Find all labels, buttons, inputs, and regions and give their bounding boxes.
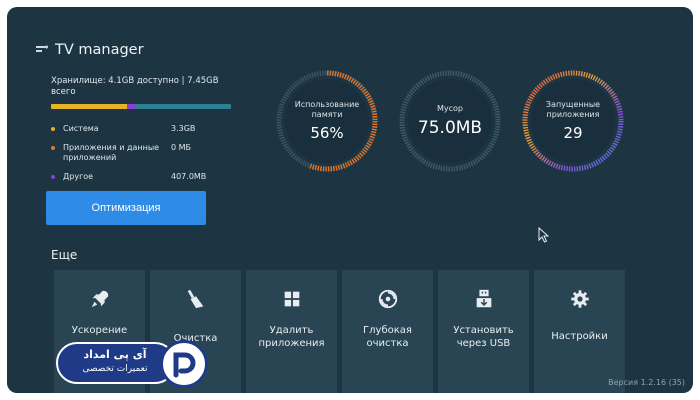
- watermark-logo: [160, 340, 208, 388]
- more-section-title: Еще: [51, 248, 78, 262]
- tile-label: Удалить приложения: [258, 325, 325, 349]
- storage-summary: Хранилище: 4.1GB доступно | 7.45GB всего: [51, 76, 219, 97]
- legend-name: Система: [63, 124, 99, 133]
- tile-label: Глубокая очистка: [363, 325, 412, 349]
- mouse-cursor-icon: [538, 227, 550, 243]
- legend-dot: [51, 127, 55, 131]
- app-title: TV manager: [35, 42, 144, 58]
- legend-name: Другое: [63, 172, 94, 181]
- tile-label: Установить через USB: [453, 325, 514, 349]
- storage-bar-other: [126, 104, 136, 109]
- junk-gauge[interactable]: Мусор 75.0MB: [396, 67, 504, 175]
- legend-dot: [51, 175, 55, 179]
- legend-value: 407.0MB: [171, 172, 207, 181]
- legend-dot: [51, 146, 55, 150]
- tile-settings[interactable]: Настройки: [534, 270, 625, 393]
- optimize-button[interactable]: Оптимизация: [46, 191, 206, 225]
- watermark-badge: آی پی امداد تعمیرات تخصصی: [56, 340, 216, 388]
- running-apps-gauge[interactable]: Запущенные приложения 29: [519, 67, 627, 175]
- legend-value: 0 МБ: [171, 143, 192, 152]
- legend-item-apps: Приложения и данные приложений 0 МБ: [51, 143, 221, 163]
- app-version: Версия 1.2.16 (35): [608, 378, 685, 387]
- rocket-icon: [91, 290, 108, 308]
- running-apps-gauge-value: 29: [563, 124, 583, 142]
- gear-icon: [570, 290, 589, 308]
- legend-value: 3.3GB: [171, 124, 196, 133]
- legend-item-other: Другое 407.0MB: [51, 172, 221, 182]
- grid-icon: [284, 291, 299, 307]
- legend-name: Приложения и данные приложений: [63, 143, 160, 162]
- app-title-text: TV manager: [55, 42, 144, 58]
- memory-gauge-label: Использование памяти: [294, 100, 360, 119]
- watermark-line2: تعمیرات تخصصی: [82, 364, 148, 374]
- running-apps-gauge-label: Запущенные приложения: [545, 100, 601, 119]
- memory-gauge-value: 56%: [310, 124, 344, 142]
- tile-uninstall-apps[interactable]: Удалить приложения: [246, 270, 337, 393]
- memory-usage-gauge[interactable]: Использование памяти 56%: [273, 67, 381, 175]
- watermark-logo-icon: [173, 352, 196, 378]
- broom-icon: [187, 289, 203, 309]
- legend-item-system: Система 3.3GB: [51, 124, 221, 134]
- watermark-line1: آی پی امداد: [83, 348, 147, 361]
- tile-usb-install[interactable]: Установить через USB: [438, 270, 529, 393]
- tv-manager-screen: TV manager Хранилище: 4.1GB доступно | 7…: [7, 7, 693, 393]
- usb-install-icon: [476, 289, 491, 308]
- storage-bar-system: [51, 104, 127, 109]
- junk-gauge-label: Мусор: [436, 104, 463, 113]
- tile-label: Ускорение: [71, 325, 128, 336]
- app-logo-icon: [36, 45, 48, 52]
- junk-gauge-value: 75.0MB: [417, 118, 483, 138]
- tile-deep-clean[interactable]: Глубокая очистка: [342, 270, 433, 393]
- storage-bar: [51, 104, 231, 109]
- disc-icon: [378, 289, 397, 309]
- tile-label: Настройки: [551, 331, 608, 342]
